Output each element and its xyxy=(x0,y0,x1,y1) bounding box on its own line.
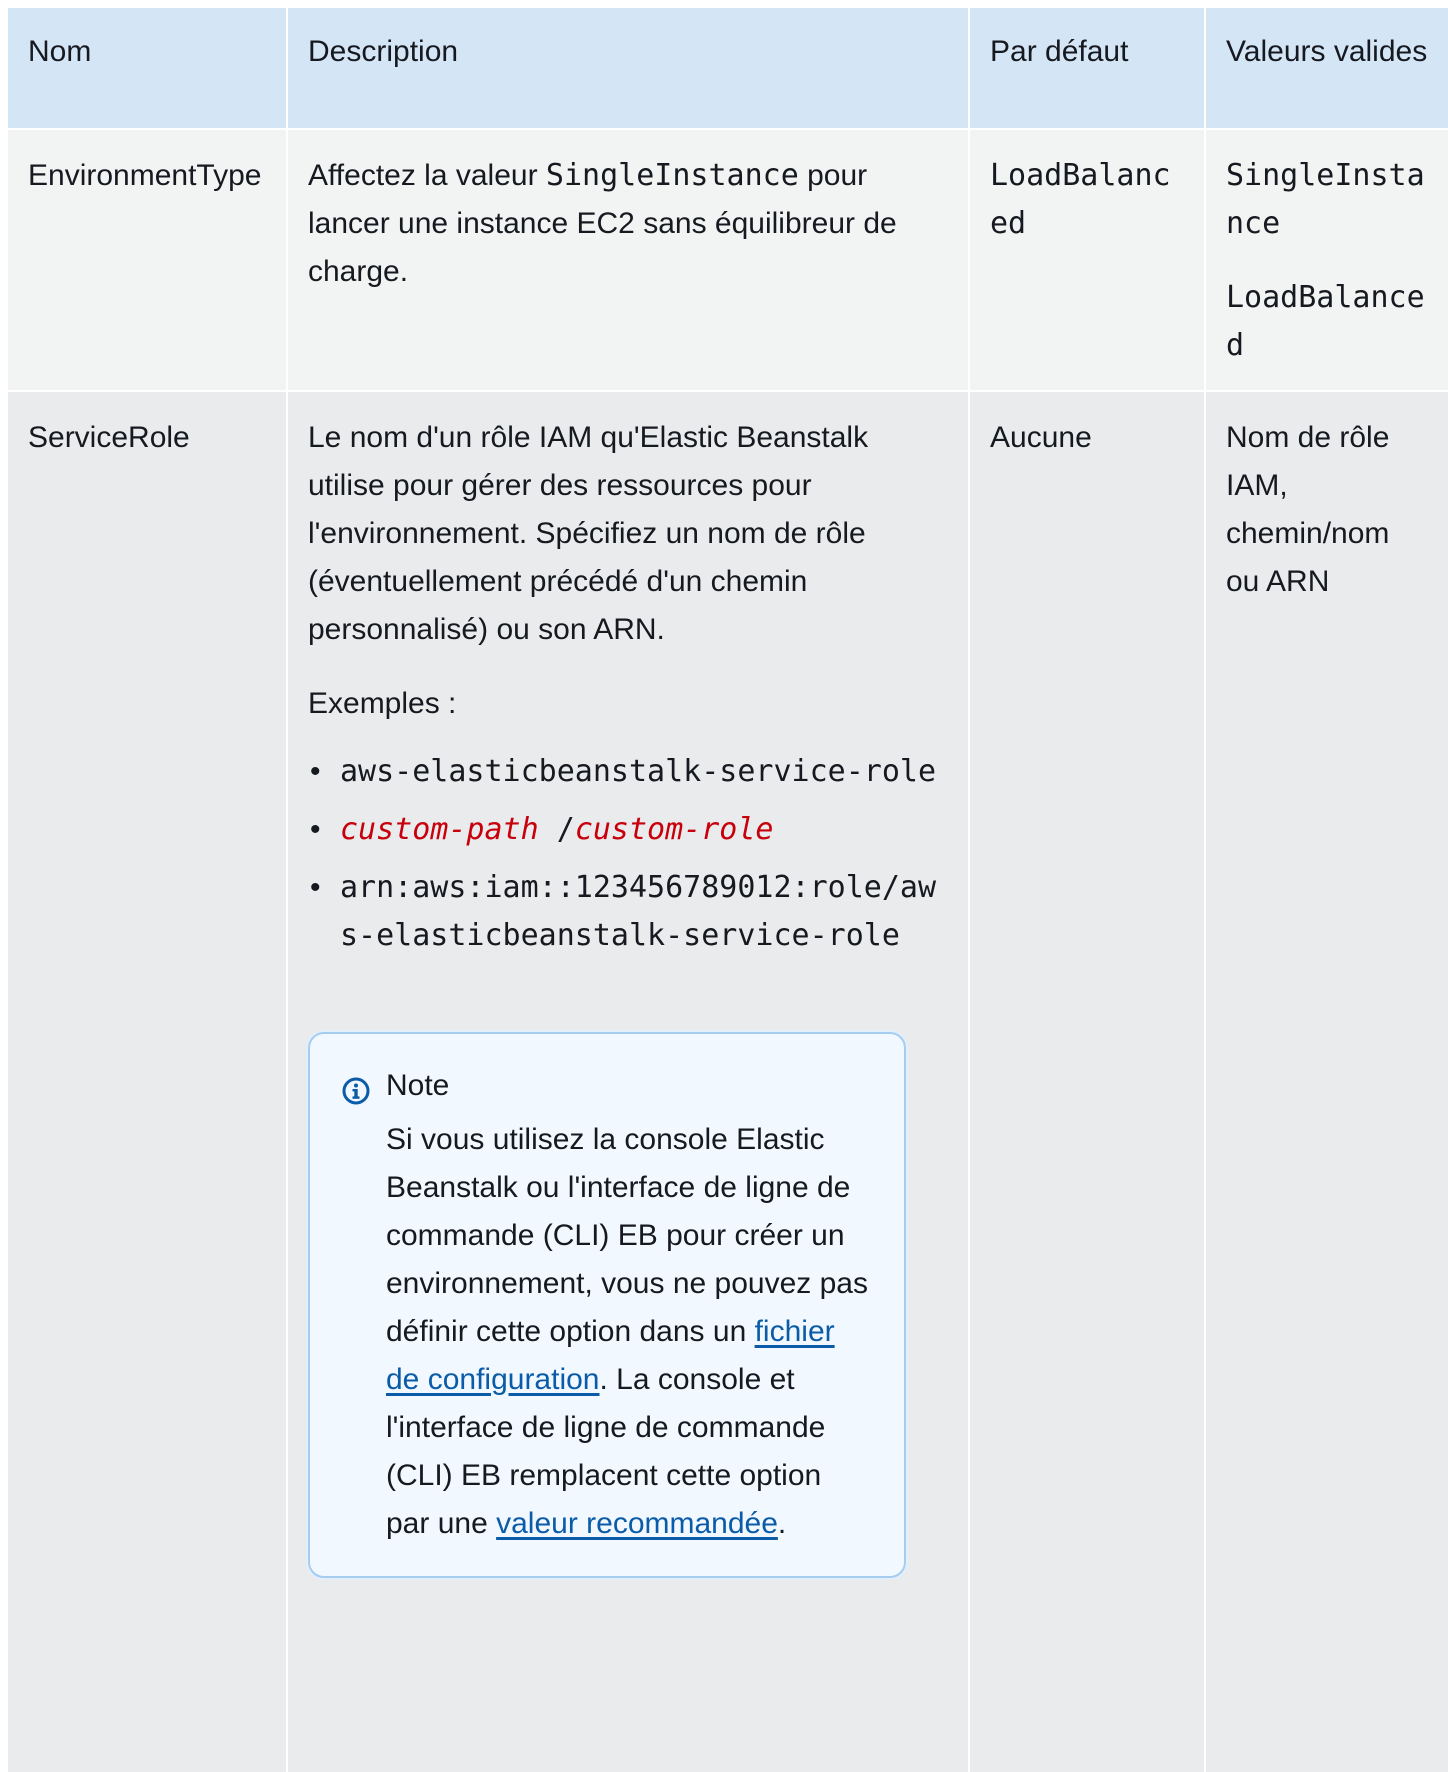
header-valid-values: Valeurs valides xyxy=(1206,8,1448,128)
header-default: Par défaut xyxy=(970,8,1206,128)
valid-value: SingleInstance xyxy=(1226,158,1425,241)
list-item: • arn:aws:iam::123456789012:role/aws-elas… xyxy=(308,864,948,960)
examples-list: • aws-elasticbeanstalk-service-role • cust… xyxy=(308,748,948,960)
option-description: Le nom d'un rôle IAM qu'Elastic Beanstal… xyxy=(288,392,970,1772)
valid-value: LoadBalanced xyxy=(1226,280,1425,363)
note-box: Note Si vous utilisez la console Elastic… xyxy=(308,1032,906,1578)
table-header-row: Nom Description Par défaut Valeurs valid… xyxy=(8,8,1448,128)
header-description: Description xyxy=(288,8,970,128)
page: Nom Description Par défaut Valeurs valid… xyxy=(0,0,1448,1772)
path-separator: / xyxy=(538,812,575,847)
table-row: EnvironmentType Affectez la valeur Singl… xyxy=(8,128,1448,392)
code-literal: SingleInstance xyxy=(545,158,799,193)
list-item: • custom-path /custom-role xyxy=(308,806,948,854)
option-default: LoadBalanced xyxy=(970,128,1206,392)
description-text: Le nom d'un rôle IAM qu'Elastic Beanstal… xyxy=(308,421,869,646)
header-name: Nom xyxy=(8,8,288,128)
example-value: arn:aws:iam::123456789012:role/aws-elast… xyxy=(340,870,937,953)
bullet-icon: • xyxy=(310,871,321,904)
note-title: Note xyxy=(386,1069,450,1102)
option-name: EnvironmentType xyxy=(8,128,288,392)
list-item: • aws-elasticbeanstalk-service-role xyxy=(308,748,948,796)
option-name: ServiceRole xyxy=(8,392,288,1772)
note-header: Note xyxy=(342,1062,868,1110)
options-table: Nom Description Par défaut Valeurs valid… xyxy=(8,8,1448,1772)
bullet-icon: • xyxy=(310,755,321,788)
replaceable-value: custom-role xyxy=(574,812,774,847)
description-text: Affectez la valeur xyxy=(308,159,546,192)
recommended-value-link[interactable]: valeur recommandée xyxy=(496,1507,778,1540)
option-valid-values: SingleInstance LoadBalanced xyxy=(1206,128,1448,392)
note-body: Si vous utilisez la console Elastic Bean… xyxy=(342,1116,868,1548)
note-text: . xyxy=(777,1507,787,1540)
replaceable-value: custom-path xyxy=(340,812,539,847)
table-row: ServiceRole Le nom d'un rôle IAM qu'Elas… xyxy=(8,392,1448,1772)
option-description: Affectez la valeur SingleInstance pour l… xyxy=(288,128,970,392)
example-value: aws-elasticbeanstalk-service-role xyxy=(340,754,937,789)
bullet-icon: • xyxy=(310,813,321,846)
option-default: Aucune xyxy=(970,392,1206,1772)
examples-label: Exemples : xyxy=(308,687,457,720)
option-valid-values: Nom de rôle IAM, chemin/nom ou ARN xyxy=(1206,392,1448,1772)
info-circle-icon xyxy=(342,1072,370,1105)
